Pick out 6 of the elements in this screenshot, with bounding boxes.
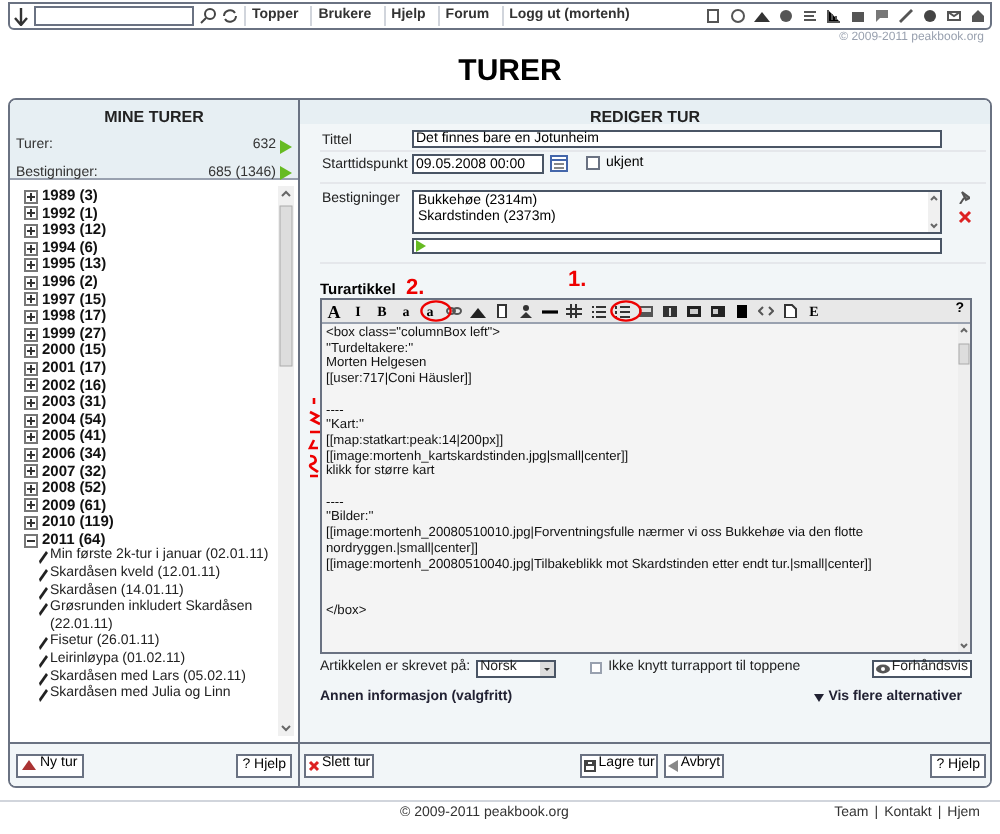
format-button[interactable]: A — [324, 303, 344, 319]
page-title: TURER — [456, 52, 564, 92]
panel-title: REDIGER TUR — [300, 100, 990, 124]
annotation-text: 2. — [406, 278, 425, 300]
annotation-text: 1. — [568, 270, 587, 292]
panel-title: MINE TURER — [102, 106, 206, 130]
